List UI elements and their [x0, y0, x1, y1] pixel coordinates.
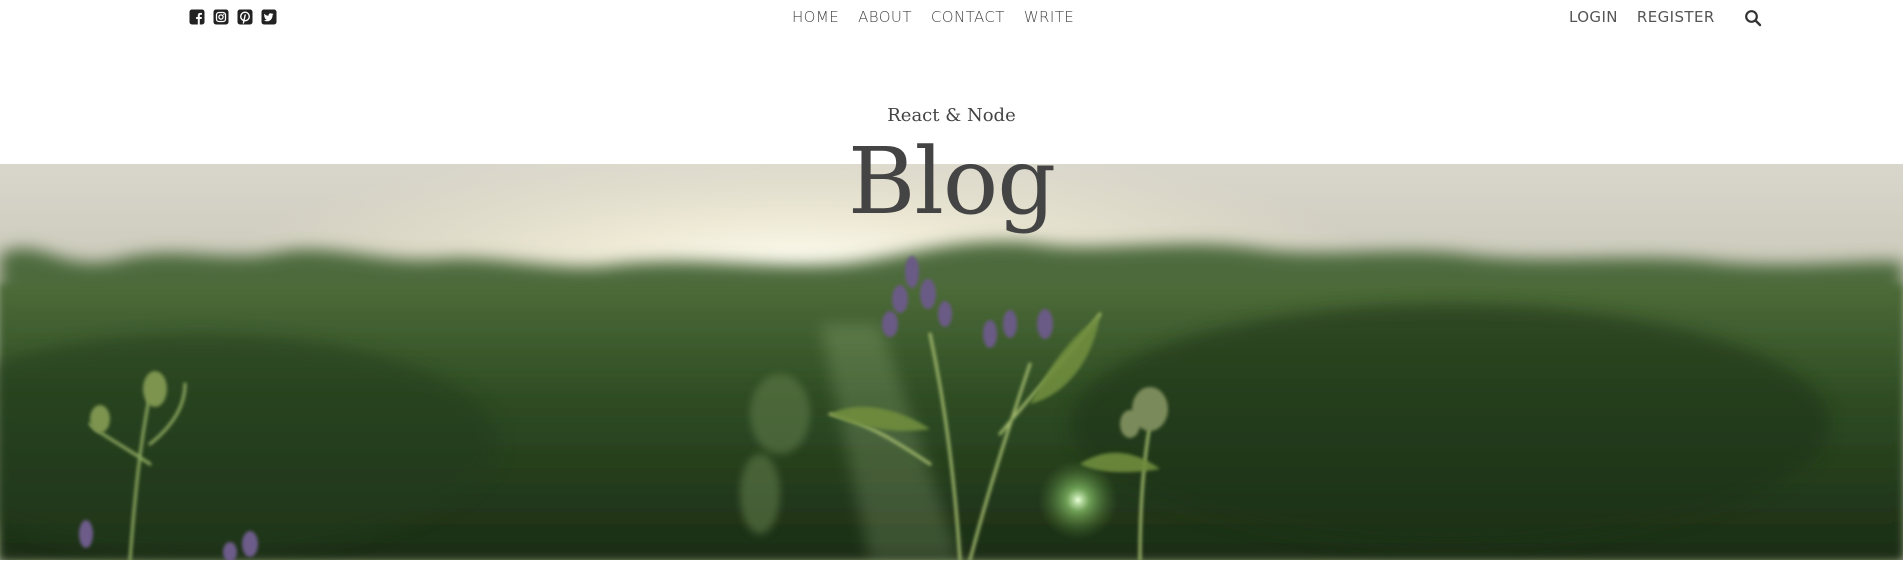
facebook-square-icon[interactable]: [189, 9, 205, 25]
main-nav: HOME ABOUT CONTACT WRITE: [792, 8, 1074, 26]
pinterest-square-icon[interactable]: [237, 9, 253, 25]
top-navbar: HOME ABOUT CONTACT WRITE LOGIN REGISTER: [0, 0, 1903, 36]
nav-about-link[interactable]: ABOUT: [858, 8, 912, 26]
social-links: [189, 9, 277, 25]
search-icon[interactable]: [1744, 9, 1762, 27]
nav-write-link[interactable]: WRITE: [1024, 8, 1074, 26]
flower-field-photo: [0, 164, 1903, 560]
register-link[interactable]: REGISTER: [1637, 8, 1715, 26]
twitter-square-icon[interactable]: [261, 9, 277, 25]
nav-home-link[interactable]: HOME: [792, 8, 839, 26]
header-subtitle: React & Node: [887, 105, 1016, 126]
auth-nav: LOGIN REGISTER: [1569, 8, 1715, 26]
instagram-square-icon[interactable]: [213, 9, 229, 25]
nav-contact-link[interactable]: CONTACT: [931, 8, 1005, 26]
login-link[interactable]: LOGIN: [1569, 8, 1618, 26]
hero-image: [0, 164, 1903, 560]
